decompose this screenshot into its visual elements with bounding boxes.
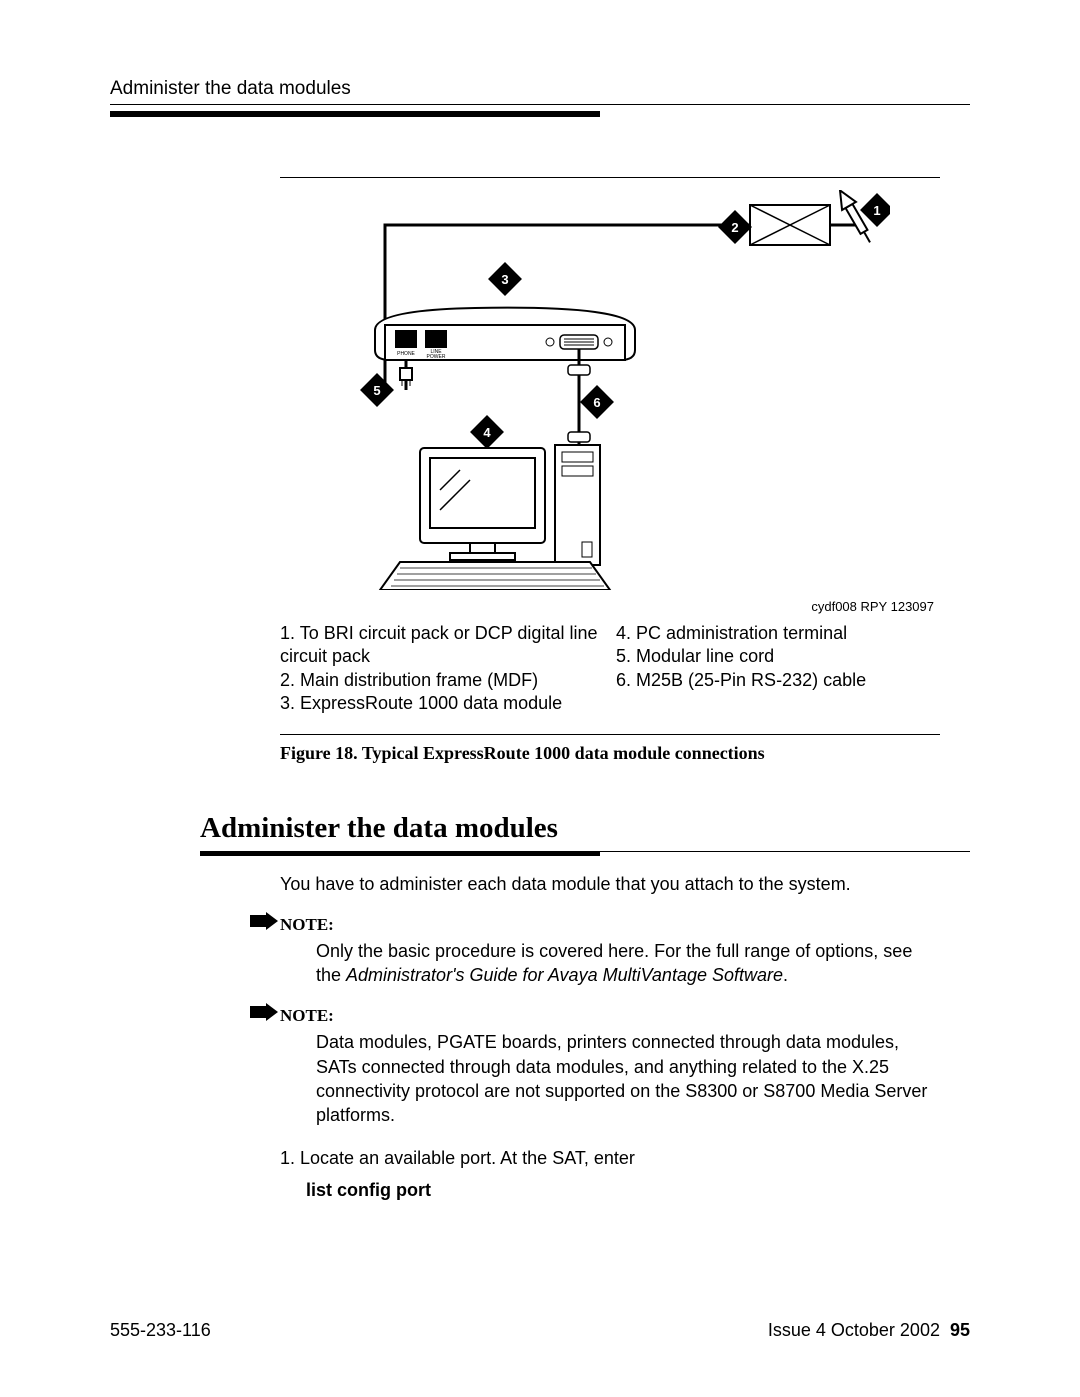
section-rule: [200, 851, 970, 856]
intro-paragraph: You have to administer each data module …: [280, 872, 940, 896]
figure-top-rule: [280, 177, 940, 178]
svg-text:5: 5: [373, 383, 380, 398]
footer-issue: Issue 4 October 200295: [768, 1320, 970, 1341]
header-rule-thin: [110, 104, 970, 105]
figure-bottom-rule: [280, 734, 940, 735]
running-head: Administer the data modules: [110, 78, 970, 100]
figure-image-id: cydf008 RPY 123097: [280, 599, 934, 614]
legend-item: 4. PC administration terminal: [616, 622, 940, 645]
svg-text:4: 4: [483, 425, 491, 440]
note-body: Data modules, PGATE boards, printers con…: [316, 1030, 940, 1127]
note-arrow-icon: [250, 1003, 278, 1027]
legend-item: 1. To BRI circuit pack or DCP digital li…: [280, 622, 604, 669]
step-command: list config port: [306, 1178, 940, 1202]
svg-text:POWER: POWER: [427, 354, 446, 360]
step-text: 1. Locate an available port. At the SAT,…: [280, 1146, 940, 1170]
svg-text:1: 1: [873, 203, 880, 218]
step-1: 1. Locate an available port. At the SAT,…: [280, 1146, 940, 1203]
page-footer: 555-233-116 Issue 4 October 200295: [110, 1320, 970, 1341]
note-block-1: NOTE: Only the basic procedure is covere…: [280, 912, 940, 988]
note-arrow-icon: [250, 912, 278, 936]
legend-item: 3. ExpressRoute 1000 data module: [280, 692, 604, 715]
note-label: NOTE:: [280, 1006, 334, 1025]
section-heading: Administer the data modules: [200, 812, 970, 845]
figure-legend: 1. To BRI circuit pack or DCP digital li…: [280, 622, 940, 716]
svg-text:PHONE: PHONE: [397, 351, 415, 357]
figure-illustration: PHONE LINE POWER: [280, 190, 940, 595]
figure-18: PHONE LINE POWER: [280, 177, 940, 764]
svg-text:6: 6: [593, 395, 600, 410]
figure-caption: Figure 18. Typical ExpressRoute 1000 dat…: [280, 743, 940, 764]
note-block-2: NOTE: Data modules, PGATE boards, printe…: [280, 1003, 940, 1127]
footer-doc-number: 555-233-116: [110, 1320, 211, 1341]
svg-text:3: 3: [501, 272, 508, 287]
document-page: Administer the data modules: [0, 0, 1080, 1397]
header-rule-thick: [110, 111, 600, 117]
note-label: NOTE:: [280, 915, 334, 934]
legend-item: 2. Main distribution frame (MDF): [280, 669, 604, 692]
legend-item: 5. Modular line cord: [616, 645, 940, 668]
note-body: Only the basic procedure is covered here…: [316, 939, 940, 988]
legend-item: 6. M25B (25-Pin RS-232) cable: [616, 669, 940, 692]
expressroute-diagram: PHONE LINE POWER: [330, 190, 890, 590]
svg-text:2: 2: [731, 220, 738, 235]
